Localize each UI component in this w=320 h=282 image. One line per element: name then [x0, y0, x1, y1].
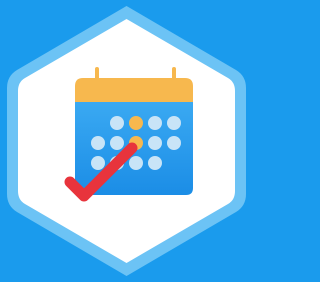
calendar-icon — [75, 67, 193, 195]
calendar-date-dot — [91, 136, 105, 150]
calendar-date-dot — [167, 136, 181, 150]
calendar-date-dot — [148, 156, 162, 170]
calendar-date-dot-highlighted — [129, 116, 143, 130]
calendar-date-dot — [148, 136, 162, 150]
app-icon-tile — [0, 0, 253, 282]
calendar-check-badge — [7, 6, 246, 276]
calendar-date-dot — [167, 116, 181, 130]
calendar-date-dot — [148, 116, 162, 130]
calendar-date-dot — [110, 136, 124, 150]
calendar-date-dot — [110, 116, 124, 130]
calendar-date-dot — [129, 156, 143, 170]
calendar-date-dot — [91, 156, 105, 170]
calendar-header — [75, 78, 193, 102]
